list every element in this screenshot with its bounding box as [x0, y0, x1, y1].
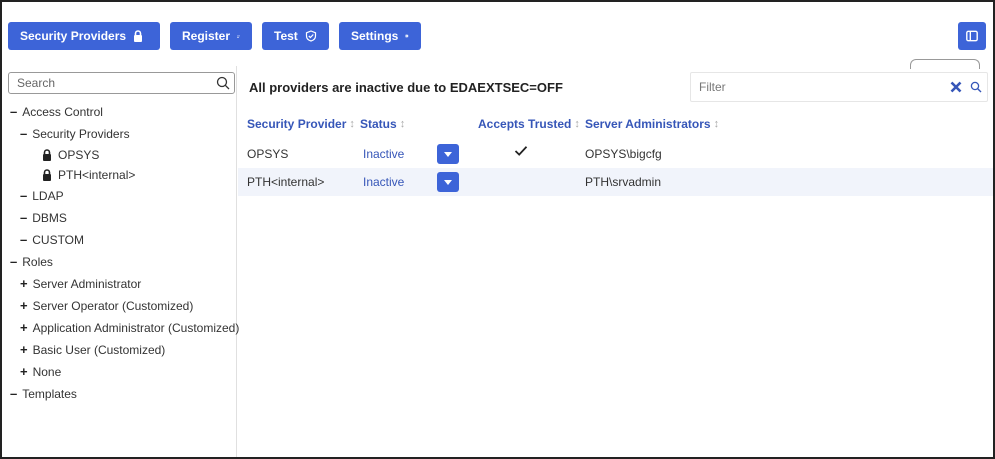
add-user-icon: [237, 34, 240, 38]
provider-cell: PTH<internal>: [247, 175, 325, 189]
tree-item-label: Basic User (Customized): [32, 342, 166, 357]
tree-item-label: LDAP: [32, 188, 64, 203]
expand-icon: +: [20, 320, 28, 335]
tree-item-server-administrator[interactable]: + Server Administrator: [20, 276, 141, 291]
expand-icon: +: [20, 342, 28, 357]
tree-item-label: OPSYS: [58, 148, 100, 162]
security-providers-button[interactable]: Security Providers: [8, 22, 160, 50]
tooltip-stub: [910, 59, 980, 69]
test-button[interactable]: Test: [262, 22, 329, 50]
collapse-icon: –: [10, 104, 18, 119]
provider-cell: OPSYS: [247, 147, 289, 161]
tree-item-application-administrator[interactable]: + Application Administrator (Customized): [20, 320, 239, 335]
tree-item-none[interactable]: + None: [20, 364, 61, 379]
register-button[interactable]: Register: [170, 22, 252, 50]
tree-item-label: PTH<internal>: [58, 168, 136, 182]
collapse-icon: –: [20, 232, 28, 247]
filter-box: [690, 72, 988, 102]
tree-item-label: Application Administrator (Customized): [32, 320, 240, 335]
chevron-down-icon: [444, 179, 452, 185]
sort-icon: ↕: [349, 118, 355, 130]
sort-icon: ↕: [399, 118, 406, 130]
tree-item-opsys[interactable]: OPSYS: [42, 148, 99, 162]
close-icon: [950, 81, 962, 93]
tree-item-label: Access Control: [22, 104, 103, 119]
tree-item-label: Security Providers: [32, 126, 130, 141]
collapse-icon: –: [10, 254, 18, 269]
tree-item-access-control[interactable]: – Access Control: [10, 104, 103, 119]
register-label: Register: [182, 29, 231, 43]
sidebar-search: [8, 72, 235, 94]
expand-icon: +: [20, 364, 28, 379]
lock-icon: [43, 169, 51, 181]
tree-item-label: Server Administrator: [32, 276, 142, 291]
tree-item-roles[interactable]: – Roles: [10, 254, 53, 269]
tree-item-server-operator[interactable]: + Server Operator (Customized): [20, 298, 193, 313]
clear-filter-button[interactable]: [947, 81, 965, 93]
settings-button[interactable]: Settings: [339, 22, 421, 50]
tree-item-label: None: [32, 364, 62, 379]
column-header-server-administrators[interactable]: Server Administrators ↕: [585, 117, 719, 131]
tree-item-label: Templates: [22, 386, 77, 401]
filter-input[interactable]: [691, 73, 947, 101]
lock-icon: [134, 30, 143, 42]
table-header: Security Provider ↕ Status ↕ Accepts Trust…: [238, 110, 993, 138]
test-label: Test: [274, 29, 298, 43]
expand-icon: +: [20, 298, 28, 313]
status-dropdown-button[interactable]: [437, 172, 459, 192]
search-icon[interactable]: [212, 73, 234, 93]
toolbar: Security Providers Register Test Setting…: [8, 22, 421, 50]
search-icon: [970, 81, 982, 93]
tree-item-ldap[interactable]: – LDAP: [20, 188, 64, 203]
collapse-icon: –: [10, 386, 18, 401]
collapse-icon: –: [20, 210, 28, 225]
chevron-down-icon: [444, 151, 452, 157]
tree-item-label: Roles: [22, 254, 53, 269]
tree-item-templates[interactable]: – Templates: [10, 386, 77, 401]
gear-icon: [405, 34, 409, 38]
tree-item-custom[interactable]: – CUSTOM: [20, 232, 84, 247]
check-icon: [514, 146, 528, 156]
settings-label: Settings: [351, 29, 399, 43]
tree-item-label: CUSTOM: [32, 232, 85, 247]
status-link[interactable]: Inactive: [363, 175, 404, 189]
security-providers-label: Security Providers: [20, 29, 127, 43]
column-header-accepts-trusted[interactable]: Accepts Trusted ↕: [478, 117, 580, 131]
table-row[interactable]: OPSYS Inactive OPSYS\bigcfg: [238, 140, 993, 168]
tree-item-label: Server Operator (Customized): [32, 298, 194, 313]
sort-icon: ↕: [713, 118, 720, 130]
shield-check-icon: [305, 30, 316, 42]
collapse-icon: –: [20, 188, 28, 203]
column-header-status[interactable]: Status ↕: [360, 117, 405, 131]
tree-item-label: DBMS: [32, 210, 67, 225]
lock-icon: [43, 149, 51, 161]
search-input[interactable]: [9, 73, 212, 93]
column-header-security-provider[interactable]: Security Provider ↕: [247, 117, 355, 131]
tree-item-security-providers[interactable]: – Security Providers: [20, 126, 130, 141]
collapse-icon: –: [20, 126, 28, 141]
admins-cell: PTH\srvadmin: [585, 175, 662, 189]
panel-toggle-icon: [966, 30, 978, 42]
admins-cell: OPSYS\bigcfg: [585, 147, 662, 161]
status-link[interactable]: Inactive: [363, 147, 404, 161]
sort-icon: ↕: [574, 118, 580, 130]
tree-item-basic-user[interactable]: + Basic User (Customized): [20, 342, 165, 357]
tree-item-pth-internal[interactable]: PTH<internal>: [42, 168, 135, 182]
sidebar: –Access Control –Security Providers OPSY…: [2, 66, 239, 457]
page-title: All providers are inactive due to EDAEXT…: [249, 80, 563, 95]
filter-search-button[interactable]: [965, 81, 987, 93]
status-dropdown-button[interactable]: [437, 144, 459, 164]
panel-toggle-button[interactable]: [958, 22, 986, 50]
table-row[interactable]: PTH<internal> Inactive PTH\srvadmin: [238, 168, 993, 196]
expand-icon: +: [20, 276, 28, 291]
tree-item-dbms[interactable]: – DBMS: [20, 210, 67, 225]
